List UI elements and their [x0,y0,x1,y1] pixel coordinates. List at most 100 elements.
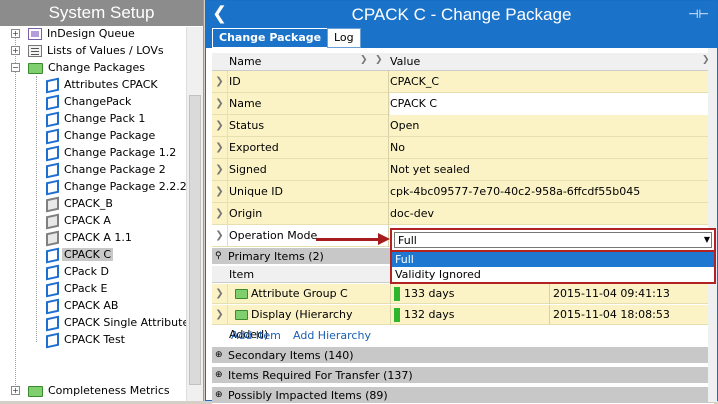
expand-toggle[interactable]: + [11,29,20,38]
scrollbar-thumb[interactable] [189,95,201,385]
list-icon [28,45,42,57]
tree-item-package[interactable]: CPACK_B [46,195,115,212]
tree-item-package[interactable]: CPack D [46,263,111,280]
tree-item-package[interactable]: CPack E [46,280,109,297]
folder-icon [28,385,43,397]
items-required-section[interactable]: ⊕ Items Required For Transfer (137) [212,367,714,384]
pin-icon[interactable]: ⊣⊢ [688,7,709,21]
tree-item-package[interactable]: Change Package [46,127,157,144]
option-validity-ignored[interactable]: Validity Ignored [392,267,714,282]
package-icon [46,281,59,297]
collapse-toggle[interactable]: − [11,63,20,72]
tree-item-package[interactable]: CPACK A 1.1 [46,229,134,246]
property-row[interactable]: ❯ Origin doc-dev [212,203,714,225]
tab-bar: Change Package Log [206,28,717,48]
option-full[interactable]: Full [392,252,714,267]
tree-item-indesign-queue[interactable]: InDesign Queue [28,25,137,42]
package-icon [46,332,59,348]
package-icon [46,247,59,263]
tree-item-package[interactable]: Attributes CPACK [46,76,160,93]
operation-mode-selected-value[interactable]: Full [394,232,712,248]
tree-item-package-selected[interactable]: CPACK C [46,246,114,263]
change-package-panel: ❮ CPACK C - Change Package ⊣⊢ Change Pac… [205,0,718,404]
package-icon [46,128,59,144]
expand-toggle[interactable]: + [11,386,20,395]
property-row[interactable]: ❯ Name CPACK C [212,93,714,115]
tree-item-change-packages[interactable]: Change Packages [28,59,147,76]
tree-item-package[interactable]: CPACK Test [46,331,127,348]
row-marker: ❯ [212,284,228,304]
property-row[interactable]: ❯ Exported No [212,137,714,159]
package-icon [46,77,59,93]
package-icon [46,162,59,178]
package-icon [46,264,59,280]
expand-toggle[interactable]: + [11,46,20,55]
tree-item-completeness-metrics[interactable]: Completeness Metrics [28,382,172,399]
column-header-value[interactable]: Value [390,53,690,71]
tree-item-package[interactable]: CPACK AB [46,297,120,314]
package-grey-icon [46,230,59,246]
tree-guide-line [36,76,37,342]
tree-item-package[interactable]: CPACK A [46,212,113,229]
tree-item-package[interactable]: Change Package 1.2 [46,144,178,161]
tree-item-lists-of-values[interactable]: Lists of Values / LOVs [28,42,166,59]
package-grey-icon [46,213,59,229]
property-row[interactable]: ❯ Status Open [212,115,714,137]
collapse-icon[interactable]: ⚲ [215,248,222,265]
expand-icon[interactable]: ⊕ [215,387,223,404]
row-marker: ❯ [212,203,228,225]
chevron-right-icon[interactable]: ❯ [360,55,368,65]
secondary-items-section[interactable]: ⊕ Secondary Items (140) [212,347,714,364]
primary-item-row[interactable]: ❯ Attribute Group C 133 days 2015-11-04 … [212,284,714,304]
folder-icon [28,62,43,74]
add-hierarchy-link[interactable]: Add Hierarchy [293,329,371,342]
column-header-name[interactable]: Name [229,53,369,71]
panel-title: CPACK C - Change Package [351,5,572,24]
row-marker: ❯ [212,115,228,137]
row-marker: ❯ [212,181,228,203]
property-row[interactable]: ❯ ID CPACK_C [212,71,714,93]
row-marker: ❯ [212,71,228,93]
tree-guide-line [15,36,16,391]
system-setup-panel: System Setup + InDesign Queue + Lists of… [0,0,204,401]
package-icon [46,145,59,161]
tree-item-package[interactable]: Change Pack 1 [46,110,147,127]
display-hierarchy-icon [235,310,248,320]
expand-icon[interactable]: ⊕ [215,367,223,384]
tree-item-package[interactable]: ChangePack [46,93,133,110]
expand-icon[interactable]: ⊕ [215,347,223,364]
indesign-queue-icon [28,28,42,40]
name-value-field[interactable]: CPACK C [390,93,714,115]
row-marker: ❯ [212,137,228,159]
tab-change-package[interactable]: Change Package [212,28,329,48]
operation-mode-select[interactable]: Full ▼ [390,228,716,252]
property-row[interactable]: ❯ Signed Not yet sealed [212,159,714,181]
chevron-down-icon[interactable]: ▼ [704,235,710,244]
chevron-right-icon[interactable]: ❯ [375,55,383,65]
panel-scrollbar[interactable] [708,48,717,402]
age-indicator [394,308,400,322]
add-item-link[interactable]: Add Item [231,329,281,342]
row-marker: ❯ [212,225,228,247]
package-icon [46,179,59,195]
tree-item-package[interactable]: Change Package 2 [46,161,168,178]
package-icon [46,94,59,110]
primary-item-row[interactable]: ❯ Display (Hierarchy Added) 132 days 201… [212,305,714,341]
package-grey-icon [46,196,59,212]
tree-scrollbar[interactable] [186,27,203,401]
package-icon [46,111,59,127]
grid-header: Name ❯ ❯ Value ❯ [212,53,714,71]
tree-item-package[interactable]: CPACK Single Attribute [46,314,191,331]
row-marker: ❯ [212,305,228,325]
column-header-item[interactable]: Item [229,266,254,283]
panel-title: System Setup [0,0,203,26]
tree-item-package[interactable]: Change Package 2.2.2 [46,178,189,195]
possibly-impacted-section[interactable]: ⊕ Possibly Impacted Items (89) [212,387,714,404]
property-row[interactable]: ❯ Unique ID cpk-4bc09577-7e70-40c2-958a-6f… [212,181,714,203]
tab-log[interactable]: Log [327,28,361,48]
row-marker: ❯ [212,159,228,181]
operation-mode-options: Full Validity Ignored [390,250,716,284]
attribute-group-icon [235,289,248,299]
row-marker: ❯ [212,93,228,115]
panel-header: ❮ CPACK C - Change Package ⊣⊢ [206,1,717,28]
